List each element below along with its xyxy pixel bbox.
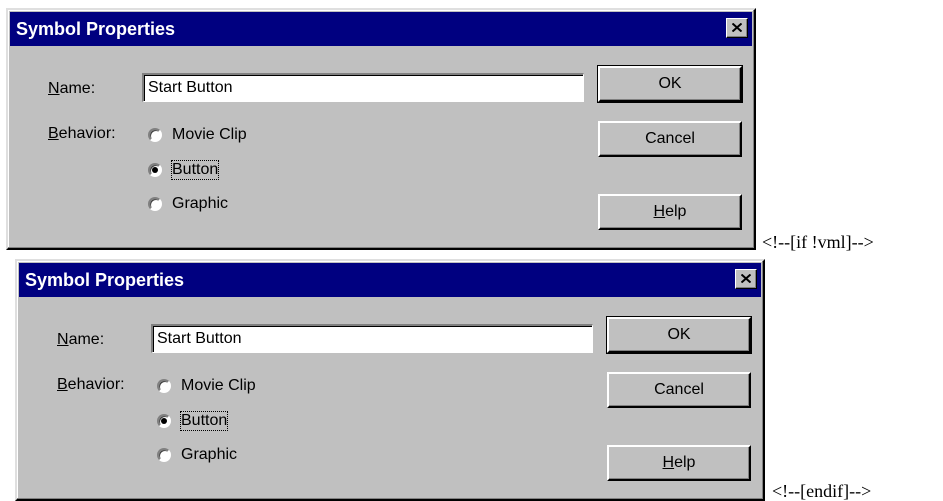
radio-label: Button [170,160,220,180]
radio-label: Graphic [172,195,229,212]
behavior-label: Behavior: [57,376,125,393]
radio-dot-icon [161,418,167,424]
radio-button-icon[interactable] [157,379,171,393]
symbol-properties-dialog: Symbol Properties Name: Behavior: Movie … [6,8,756,250]
close-icon [741,274,751,283]
cancel-button[interactable]: Cancel [607,372,751,408]
radio-label: Movie Clip [181,377,256,394]
close-button[interactable] [726,18,748,38]
radio-button-icon[interactable] [148,128,162,142]
radio-button-option[interactable]: Button [148,159,220,181]
radio-label: Movie Clip [172,126,247,143]
dialog-title: Symbol Properties [16,19,176,39]
name-label: Name: [48,80,96,97]
help-button[interactable]: Help [607,445,751,481]
ok-button[interactable]: OK [597,65,743,103]
close-icon [732,23,742,32]
radio-movie-clip[interactable]: Movie Clip [157,375,256,397]
radio-button-icon[interactable] [148,197,162,211]
symbol-properties-dialog: Symbol Properties Name: Behavior: Movie … [15,259,765,501]
radio-button-selected-icon[interactable] [157,414,171,428]
title-bar[interactable]: Symbol Properties [10,12,752,46]
radio-label: Graphic [181,446,238,463]
html-comment-text: <!--[endif]--> [772,481,872,501]
dialog-title: Symbol Properties [25,270,185,290]
radio-graphic[interactable]: Graphic [157,444,237,466]
name-input[interactable] [142,73,584,102]
name-input[interactable] [151,324,593,353]
help-button[interactable]: Help [598,194,742,230]
radio-label: Button [179,411,229,431]
behavior-label: Behavior: [48,125,116,142]
ok-button[interactable]: OK [606,316,752,354]
radio-button-selected-icon[interactable] [148,163,162,177]
radio-graphic[interactable]: Graphic [148,193,228,215]
radio-button-option[interactable]: Button [157,410,229,432]
cancel-button[interactable]: Cancel [598,121,742,157]
html-comment-text: <!--[if !vml]--> [762,232,874,252]
close-button[interactable] [735,269,757,289]
name-label: Name: [57,331,105,348]
radio-button-icon[interactable] [157,448,171,462]
radio-movie-clip[interactable]: Movie Clip [148,124,247,146]
title-bar[interactable]: Symbol Properties [19,263,761,297]
radio-dot-icon [152,167,158,173]
